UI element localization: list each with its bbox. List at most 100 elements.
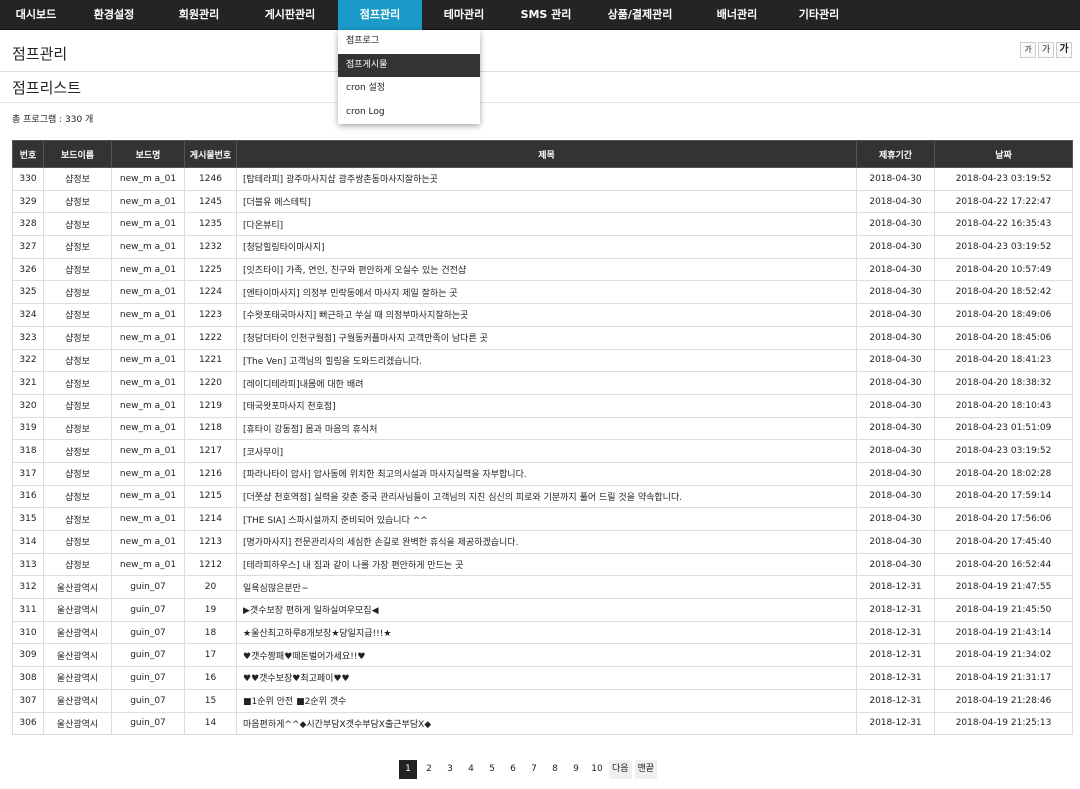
table-row[interactable]: 320 샵정보 new_m a_01 1219 [태국왓포마사지 천호점] 2018-04… bbox=[12, 393, 1073, 418]
cell-subject[interactable]: [엔타이마사지] 의정부 민락동에서 마사지 제일 잘하는 곳 bbox=[236, 280, 857, 305]
cell-subject[interactable]: ★울산최고하루8개보장★당일지급!!!★ bbox=[236, 620, 857, 645]
col-header-period[interactable]: 제휴기간 bbox=[856, 140, 935, 168]
table-row[interactable]: 315 샵정보 new_m a_01 1214 [THE SIA] 스파시설까지 준비되… bbox=[12, 507, 1073, 531]
page-7-button[interactable]: 7 bbox=[525, 760, 543, 779]
cell-subject[interactable]: [다온뷰티] bbox=[236, 212, 857, 237]
cell-board-id: guin_07 bbox=[111, 575, 185, 600]
col-header-date[interactable]: 날짜 bbox=[934, 140, 1073, 168]
menu-item-cron-settings[interactable]: cron 설정 bbox=[338, 77, 480, 101]
nav-boards[interactable]: 게시판관리 bbox=[242, 0, 338, 30]
table-row[interactable]: 323 샵정보 new_m a_01 1222 [청담더타이 인천구월점] 구월동커플마… bbox=[12, 325, 1073, 350]
cell-subject[interactable]: [잇츠타이] 가족, 연인, 친구와 편안하게 오실수 있는 건전샵 bbox=[236, 257, 857, 282]
cell-no: 310 bbox=[12, 620, 44, 645]
cell-subject[interactable]: [청담더타이 인천구월점] 구월동커플마사지 고객만족이 남다른 곳 bbox=[236, 325, 857, 350]
table-row[interactable]: 319 샵정보 new_m a_01 1218 [휴타이 강동점] 몸과 마음의 휴식처… bbox=[12, 416, 1073, 441]
table-row[interactable]: 327 샵정보 new_m a_01 1232 [청담힐링타이마사지] 2018-04-3… bbox=[12, 235, 1073, 259]
table-row[interactable]: 330 샵정보 new_m a_01 1246 [탑테라피] 광주마사지샵 광주쌍촌동마… bbox=[12, 167, 1073, 191]
table-row[interactable]: 316 샵정보 new_m a_01 1215 [더쭛샵 천호역점] 실력을 갖춘 중국… bbox=[12, 484, 1073, 509]
table-row[interactable]: 311 울산광역시 guin_07 19 ▶갯수보장 편하게 일하실여우모집◀ 2018-… bbox=[12, 598, 1073, 622]
cell-period: 2018-04-30 bbox=[856, 552, 935, 577]
page-6-button[interactable]: 6 bbox=[504, 760, 522, 779]
col-header-board-id[interactable]: 보드명 bbox=[111, 140, 185, 168]
col-header-subject[interactable]: 제목 bbox=[236, 140, 857, 168]
table-row[interactable]: 328 샵정보 new_m a_01 1235 [다온뷰티] 2018-04-30 2018… bbox=[12, 212, 1073, 237]
cell-subject[interactable]: ▶갯수보장 편하게 일하실여우모집◀ bbox=[236, 598, 857, 622]
cell-subject[interactable]: [명가마사지] 전문관리사의 세심한 손길로 완벽한 휴식을 제공하겠습니다. bbox=[236, 530, 857, 554]
cell-subject[interactable]: ♥♥갯수보장♥최고페이♥♥ bbox=[236, 666, 857, 690]
cell-board-id: guin_07 bbox=[111, 620, 185, 645]
col-header-board-name[interactable]: 보드이름 bbox=[43, 140, 112, 168]
cell-board-id: new_m a_01 bbox=[111, 461, 185, 486]
page-header: 점프관리 가 가 가 bbox=[0, 30, 1080, 72]
cell-subject[interactable]: [The Ven] 고객님의 힐링을 도와드리겠습니다. bbox=[236, 348, 857, 373]
cell-subject[interactable]: [파라나타이 압사] 압사동에 위치한 최고의시설과 마사지실력을 자부합니다. bbox=[236, 461, 857, 486]
page-4-button[interactable]: 4 bbox=[462, 760, 480, 779]
nav-theme[interactable]: 테마관리 bbox=[422, 0, 506, 30]
nav-etc[interactable]: 기타관리 bbox=[780, 0, 858, 30]
table-row[interactable]: 318 샵정보 new_m a_01 1217 [코사무이] 2018-04-30 2018… bbox=[12, 439, 1073, 463]
font-small-button[interactable]: 가 bbox=[1020, 42, 1036, 58]
cell-subject[interactable]: [코사무이] bbox=[236, 439, 857, 463]
table-row[interactable]: 324 샵정보 new_m a_01 1223 [수왓포태국마사지] 뻐근하고 쑤실 때… bbox=[12, 303, 1073, 327]
nav-jump[interactable]: 점프관리 bbox=[338, 0, 422, 30]
cell-subject[interactable]: [테라피하우스] 내 집과 같이 나를 가장 편안하게 만드는 곳 bbox=[236, 552, 857, 577]
cell-subject[interactable]: [THE SIA] 스파시설까지 준비되어 있습니다 ^^ bbox=[236, 507, 857, 531]
table-row[interactable]: 314 샵정보 new_m a_01 1213 [명가마사지] 전문관리사의 세심한 손… bbox=[12, 530, 1073, 554]
cell-subject[interactable]: 마음편하게^^◆시간부담X갯수부담X출근부담X◆ bbox=[236, 711, 857, 736]
table-row[interactable]: 309 울산광역시 guin_07 17 ♥갯수짱패♥떼돈벌어가세요!!♥ 2018-12… bbox=[12, 643, 1073, 668]
cell-subject[interactable]: [청담힐링타이마사지] bbox=[236, 235, 857, 259]
nav-dashboard[interactable]: 대시보드 bbox=[0, 0, 72, 30]
cell-subject[interactable]: [수왓포태국마사지] 뻐근하고 쑤실 때 의정부마사지잘하는곳 bbox=[236, 303, 857, 327]
menu-item-jump-posts[interactable]: 점프게시물 bbox=[338, 53, 480, 77]
cell-subject[interactable]: [레이디테라피]내몸에 대한 배려 bbox=[236, 371, 857, 395]
cell-subject[interactable]: ♥갯수짱패♥떼돈벌어가세요!!♥ bbox=[236, 643, 857, 668]
cell-subject[interactable]: [더쭛샵 천호역점] 실력을 갖춘 중국 관리사님들이 고객님의 지친 심신의 … bbox=[236, 484, 857, 509]
page-10-button[interactable]: 10 bbox=[588, 760, 606, 779]
table-row[interactable]: 307 울산광역시 guin_07 15 ■1순위 안전 ■2순위 갯수 2018-12-… bbox=[12, 688, 1073, 713]
cell-subject[interactable]: ■1순위 안전 ■2순위 갯수 bbox=[236, 688, 857, 713]
nav-sms[interactable]: SMS 관리 bbox=[506, 0, 586, 30]
cell-post-no: 1214 bbox=[184, 507, 237, 531]
cell-date: 2018-04-20 18:45:06 bbox=[934, 325, 1073, 350]
cell-board-id: new_m a_01 bbox=[111, 416, 185, 441]
nav-banners[interactable]: 배너관리 bbox=[694, 0, 780, 30]
table-row[interactable]: 329 샵정보 new_m a_01 1245 [더블유 에스테틱] 2018-04-30… bbox=[12, 189, 1073, 214]
cell-board-id: new_m a_01 bbox=[111, 280, 185, 305]
cell-subject[interactable]: 일욕심많은분만~ bbox=[236, 575, 857, 600]
cell-board-id: guin_07 bbox=[111, 643, 185, 668]
nav-members[interactable]: 회원관리 bbox=[156, 0, 242, 30]
col-header-no[interactable]: 번호 bbox=[12, 140, 44, 168]
col-header-post-no[interactable]: 게시물번호 bbox=[184, 140, 237, 168]
cell-subject[interactable]: [더블유 에스테틱] bbox=[236, 189, 857, 214]
table-row[interactable]: 312 울산광역시 guin_07 20 일욕심많은분만~ 2018-12-31 2018-… bbox=[12, 575, 1073, 600]
font-large-button[interactable]: 가 bbox=[1056, 42, 1072, 58]
page-9-button[interactable]: 9 bbox=[567, 760, 585, 779]
cell-post-no: 20 bbox=[184, 575, 237, 600]
table-row[interactable]: 321 샵정보 new_m a_01 1220 [레이디테라피]내몸에 대한 배려 201… bbox=[12, 371, 1073, 395]
page-8-button[interactable]: 8 bbox=[546, 760, 564, 779]
cell-subject[interactable]: [휴타이 강동점] 몸과 마음의 휴식처 bbox=[236, 416, 857, 441]
next-page-button[interactable]: 다음 bbox=[609, 760, 632, 779]
menu-item-jump-log[interactable]: 점프로그 bbox=[338, 30, 480, 54]
font-medium-button[interactable]: 가 bbox=[1038, 42, 1054, 58]
page-5-button[interactable]: 5 bbox=[483, 760, 501, 779]
page-2-button[interactable]: 2 bbox=[420, 760, 438, 779]
cell-subject[interactable]: [탑테라피] 광주마사지샵 광주쌍촌동마사지잘하는곳 bbox=[236, 167, 857, 191]
table-row[interactable]: 313 샵정보 new_m a_01 1212 [테라피하우스] 내 집과 같이 나를 … bbox=[12, 552, 1073, 577]
table-row[interactable]: 310 울산광역시 guin_07 18 ★울산최고하루8개보장★당일지급!!!★ 201… bbox=[12, 620, 1073, 645]
table-row[interactable]: 326 샵정보 new_m a_01 1225 [잇츠타이] 가족, 연인, 친구와 편… bbox=[12, 257, 1073, 282]
cell-subject[interactable]: [태국왓포마사지 천호점] bbox=[236, 393, 857, 418]
table-row[interactable]: 317 샵정보 new_m a_01 1216 [파라나타이 압사] 압사동에 위치한 … bbox=[12, 461, 1073, 486]
page-1-button[interactable]: 1 bbox=[399, 760, 417, 779]
menu-item-cron-log[interactable]: cron Log bbox=[338, 101, 480, 125]
nav-settings[interactable]: 환경설정 bbox=[72, 0, 156, 30]
page-3-button[interactable]: 3 bbox=[441, 760, 459, 779]
table-row[interactable]: 306 울산광역시 guin_07 14 마음편하게^^◆시간부담X갯수부담X출근부담X… bbox=[12, 711, 1073, 736]
last-page-button[interactable]: 맨끝 bbox=[634, 760, 658, 779]
nav-products[interactable]: 상품/결제관리 bbox=[586, 0, 694, 30]
cell-post-no: 1215 bbox=[184, 484, 237, 509]
table-row[interactable]: 308 울산광역시 guin_07 16 ♥♥갯수보장♥최고페이♥♥ 2018-12-31… bbox=[12, 666, 1073, 690]
table-header-row: 번호 보드이름 보드명 게시물번호 제목 제휴기간 날짜 bbox=[12, 140, 1073, 168]
table-row[interactable]: 325 샵정보 new_m a_01 1224 [엔타이마사지] 의정부 민락동에서 마… bbox=[12, 280, 1073, 305]
table-row[interactable]: 322 샵정보 new_m a_01 1221 [The Ven] 고객님의 힐링을 도… bbox=[12, 348, 1073, 373]
